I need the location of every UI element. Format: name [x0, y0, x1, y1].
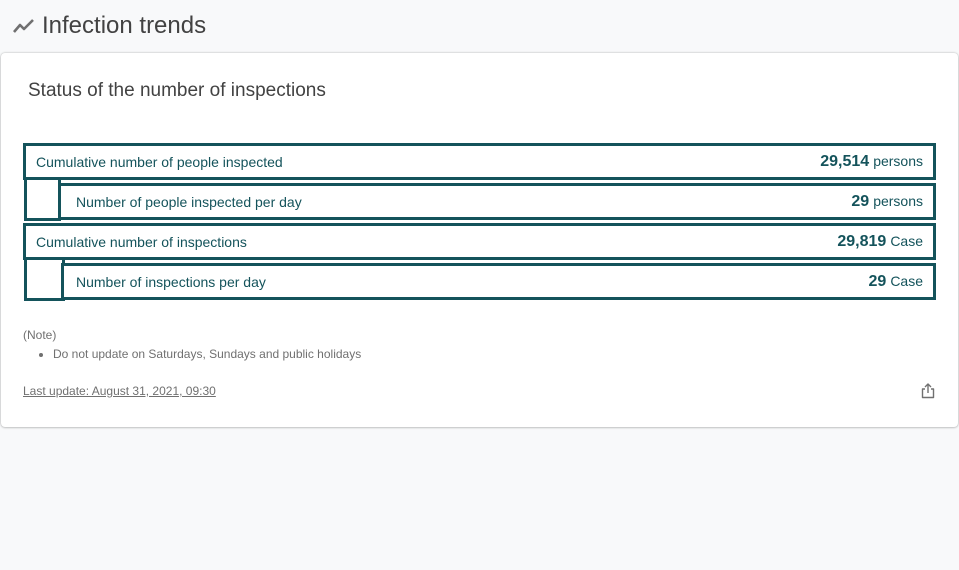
note-item: Do not update on Saturdays, Sundays and …	[53, 345, 361, 363]
stat-unit: persons	[873, 152, 923, 169]
stat-connector	[24, 257, 65, 301]
stat-number: 29,819	[837, 232, 887, 250]
stat-label: Cumulative number of people inspected	[36, 153, 283, 170]
note-heading: (Note)	[23, 328, 57, 342]
stat-people-per-day: Number of people inspected per day 29 per…	[58, 183, 936, 220]
stat-unit: persons	[873, 192, 923, 209]
stat-connector	[24, 177, 61, 221]
stat-value: 29,819 Case	[837, 233, 923, 251]
stat-inspections-per-day: Number of inspections per day 29 Case	[61, 263, 936, 300]
stat-number: 29	[868, 272, 887, 290]
share-icon[interactable]	[919, 382, 937, 400]
note-list: Do not update on Saturdays, Sundays and …	[23, 345, 361, 363]
trending-line-icon	[12, 14, 36, 38]
page-title: Infection trends	[42, 12, 207, 39]
stat-value: 29,514 persons	[820, 153, 923, 171]
stat-unit: Case	[890, 232, 923, 249]
page-header: Infection trends	[12, 10, 206, 42]
stat-label: Number of people inspected per day	[76, 193, 302, 210]
stat-cumulative-inspections: Cumulative number of inspections 29,819 C…	[23, 223, 936, 260]
stat-unit: Case	[890, 272, 923, 289]
stat-value: 29 persons	[851, 193, 923, 211]
stat-label: Number of inspections per day	[76, 273, 266, 290]
stat-number: 29	[851, 192, 870, 210]
stat-value: 29 Case	[869, 273, 923, 291]
last-update-link[interactable]: Last update: August 31, 2021, 09:30	[23, 384, 216, 398]
stat-number: 29,514	[820, 152, 870, 170]
inspections-card: Status of the number of inspections Cumu…	[1, 53, 958, 427]
card-title: Status of the number of inspections	[28, 80, 326, 101]
stat-label: Cumulative number of inspections	[36, 233, 247, 250]
stat-cumulative-people: Cumulative number of people inspected 29…	[23, 143, 936, 180]
